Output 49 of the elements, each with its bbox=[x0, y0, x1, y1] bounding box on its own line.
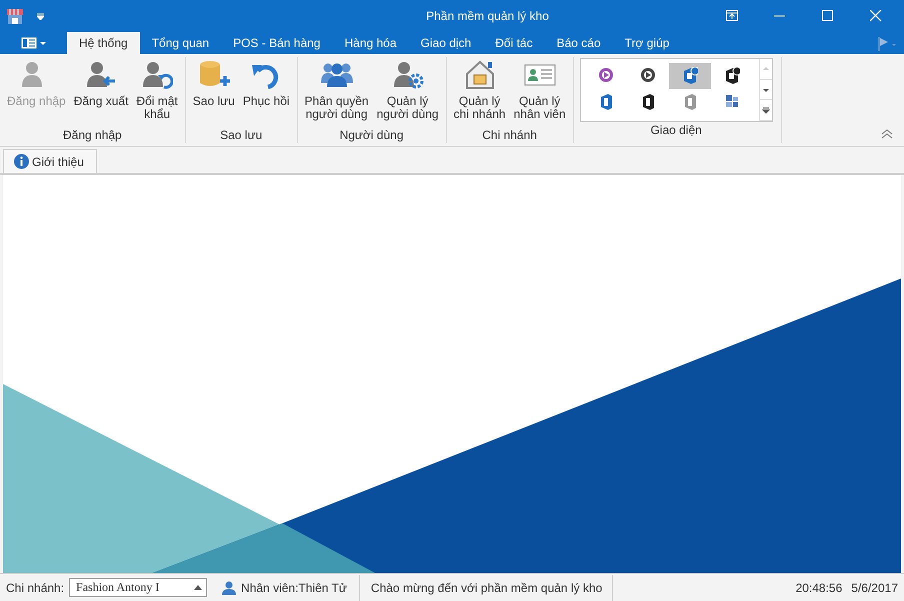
ribbon-button[interactable]: Đổi mật khẩu bbox=[132, 57, 182, 127]
ribbon-button[interactable]: Sao lưu bbox=[188, 57, 239, 127]
employee-name: Nhân viên:Thiên Tử bbox=[241, 574, 360, 600]
document-tab[interactable]: Giới thiệu bbox=[3, 149, 97, 173]
ribbon-button[interactable]: Quản lý nhân viên bbox=[510, 57, 570, 127]
user-arrow-icon bbox=[85, 59, 118, 89]
caret-icon bbox=[36, 12, 44, 20]
database-plus-icon bbox=[198, 59, 230, 89]
ribbon-tab[interactable]: Đối tác bbox=[483, 32, 545, 54]
status-message: Chào mừng đến với phần mềm quản lý kho bbox=[364, 574, 614, 600]
ribbon-button[interactable]: Phục hồi bbox=[238, 57, 294, 127]
collapse-ribbon-button[interactable] bbox=[880, 128, 894, 140]
user-gear-icon bbox=[392, 59, 424, 89]
ribbon-tab[interactable]: POS - Bán hàng bbox=[221, 32, 332, 54]
flag-dropdown[interactable] bbox=[876, 34, 898, 54]
panel-icon bbox=[21, 37, 47, 49]
flag-icon bbox=[878, 37, 896, 51]
branch-combo-box[interactable]: Fashion Antony I bbox=[69, 578, 208, 597]
ribbon-tab[interactable]: Giao dịch bbox=[408, 32, 484, 54]
store-icon bbox=[7, 8, 23, 24]
user-refresh-icon bbox=[141, 59, 174, 89]
expand-icon bbox=[760, 106, 771, 115]
ribbon-button[interactable]: Đăng xuất bbox=[70, 57, 132, 127]
maximize-icon bbox=[822, 10, 834, 22]
branch-label: Chi nhánh: bbox=[6, 580, 64, 594]
ribbon-button[interactable]: Phân quyền người dùng bbox=[300, 57, 373, 127]
ribbon-tab[interactable]: Trợ giúp bbox=[612, 32, 682, 54]
tray-icon bbox=[726, 10, 738, 22]
ribbon-tab[interactable]: Hệ thống bbox=[67, 32, 140, 54]
group-title: Đăng nhập bbox=[62, 127, 123, 143]
close-icon bbox=[870, 10, 882, 22]
info-icon bbox=[14, 154, 29, 169]
group-title: Người dùng bbox=[338, 127, 404, 143]
ribbon-tab[interactable]: Báo cáo bbox=[544, 32, 613, 54]
house-icon bbox=[464, 59, 496, 89]
status-time: 20:48:56 bbox=[796, 580, 842, 594]
quick-access-dropdown[interactable] bbox=[35, 11, 45, 21]
user-icon bbox=[222, 580, 236, 594]
ribbon-tab[interactable]: Tổng quan bbox=[140, 32, 222, 54]
group-title: Sao lưu bbox=[219, 127, 264, 143]
ribbon-button[interactable]: Quản lý chi nhánh bbox=[450, 57, 510, 127]
ribbon-button[interactable]: Quản lý người dùng bbox=[372, 57, 443, 127]
group-title: Chi nhánh bbox=[481, 127, 538, 143]
window-title: Phần mềm quản lý kho bbox=[425, 9, 550, 23]
ribbon-tab[interactable]: Hàng hóa bbox=[332, 32, 409, 54]
group-title: Giao diện bbox=[649, 122, 703, 138]
status-date: 5/6/2017 bbox=[851, 580, 898, 594]
chevron-up-icon bbox=[881, 129, 893, 139]
caret-icon bbox=[194, 585, 202, 590]
